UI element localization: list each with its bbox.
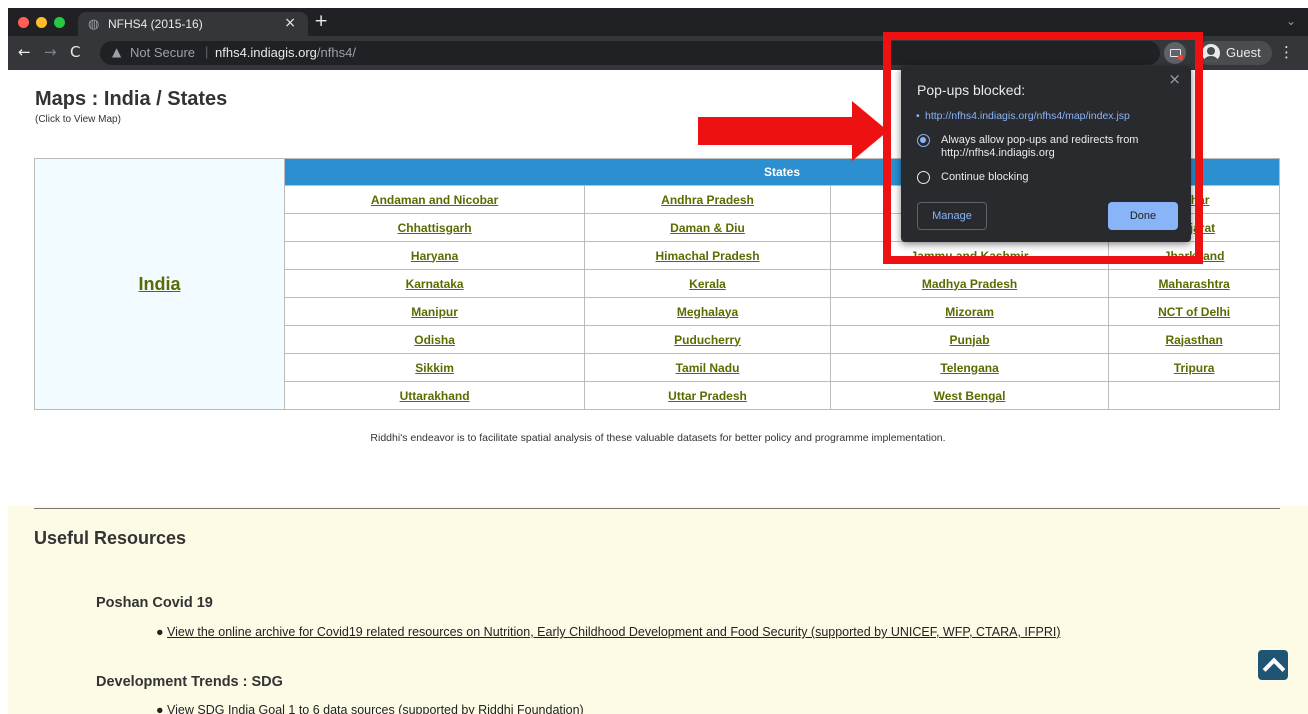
state-map-link[interactable]: Haryana xyxy=(411,249,458,263)
state-cell: Meghalaya xyxy=(584,297,831,326)
state-map-link[interactable]: Daman & Diu xyxy=(670,221,745,235)
section-divider xyxy=(34,508,1280,509)
window-minimize-button[interactable] xyxy=(36,17,47,28)
url-separator: | xyxy=(205,44,209,59)
state-map-link[interactable]: Himachal Pradesh xyxy=(655,249,759,263)
tab-search-icon[interactable]: ⌄ xyxy=(1286,14,1296,28)
state-cell: Karnataka xyxy=(283,269,586,298)
new-tab-button[interactable]: + xyxy=(314,11,328,31)
state-cell: Haryana xyxy=(283,241,586,270)
state-map-link[interactable]: Telengana xyxy=(940,361,998,375)
back-button[interactable]: ← xyxy=(18,43,31,61)
sdg-heading: Development Trends : SDG xyxy=(96,674,283,690)
state-map-link[interactable]: Karnataka xyxy=(406,277,464,291)
url-host: nfhs4.indiagis.org xyxy=(215,45,317,60)
state-cell: NCT of Delhi xyxy=(1108,297,1280,326)
india-cell: India xyxy=(34,158,285,410)
state-cell: Andhra Pradesh xyxy=(584,185,831,214)
state-map-link[interactable]: Andhra Pradesh xyxy=(661,193,754,207)
window-close-button[interactable] xyxy=(18,17,29,28)
state-map-link[interactable]: Punjab xyxy=(950,333,990,347)
state-cell: Punjab xyxy=(829,325,1110,354)
state-cell: Odisha xyxy=(283,325,586,354)
state-cell: Daman & Diu xyxy=(584,213,831,242)
state-map-link[interactable]: Tamil Nadu xyxy=(676,361,740,375)
state-map-link[interactable]: Meghalaya xyxy=(677,305,738,319)
sdg-sources-link[interactable]: View SDG India Goal 1 to 6 data sources … xyxy=(167,703,584,714)
forward-button[interactable]: → xyxy=(44,43,57,61)
list-item: ● View SDG India Goal 1 to 6 data source… xyxy=(156,703,584,714)
browser-tab[interactable]: ◍ NFHS4 (2015-16) × xyxy=(78,12,308,36)
state-map-link[interactable]: Maharashtra xyxy=(1158,277,1229,291)
state-map-link[interactable]: Odisha xyxy=(414,333,455,347)
state-map-link[interactable]: Kerala xyxy=(689,277,726,291)
window-zoom-button[interactable] xyxy=(54,17,65,28)
state-cell: Kerala xyxy=(584,269,831,298)
state-cell: Manipur xyxy=(283,297,586,326)
list-item: ● View the online archive for Covid19 re… xyxy=(156,625,1061,639)
state-cell: Maharashtra xyxy=(1108,269,1280,298)
annotation-highlight-box xyxy=(883,32,1203,264)
state-cell: Tripura xyxy=(1108,353,1280,382)
state-cell: Telengana xyxy=(829,353,1110,382)
tab-title: NFHS4 (2015-16) xyxy=(108,17,203,31)
poshan-heading: Poshan Covid 19 xyxy=(96,595,213,611)
state-cell xyxy=(1108,381,1280,410)
state-cell: Himachal Pradesh xyxy=(584,241,831,270)
bullet-icon: ● xyxy=(156,703,164,714)
avatar-icon xyxy=(1202,44,1220,62)
state-cell: Uttarakhand xyxy=(283,381,586,410)
state-map-link[interactable]: NCT of Delhi xyxy=(1158,305,1230,319)
state-map-link[interactable]: Andaman and Nicobar xyxy=(371,193,498,207)
tab-close-icon[interactable]: × xyxy=(284,15,296,31)
reload-button[interactable]: C xyxy=(70,43,80,61)
state-cell: Madhya Pradesh xyxy=(829,269,1110,298)
security-label: Not Secure xyxy=(130,45,196,60)
state-cell: Chhattisgarh xyxy=(283,213,586,242)
state-map-link[interactable]: Madhya Pradesh xyxy=(922,277,1017,291)
resources-title: Useful Resources xyxy=(34,528,187,548)
state-cell: Sikkim xyxy=(283,353,586,382)
state-cell: Rajasthan xyxy=(1108,325,1280,354)
state-cell: Puducherry xyxy=(584,325,831,354)
page-title: Maps : India / States xyxy=(35,88,228,110)
profile-label: Guest xyxy=(1226,45,1261,60)
warning-icon[interactable]: ▲ xyxy=(112,45,121,59)
state-cell: Uttar Pradesh xyxy=(584,381,831,410)
state-cell: West Bengal xyxy=(829,381,1110,410)
useful-resources-section: Useful Resources Poshan Covid 19 ● View … xyxy=(8,506,1308,714)
mission-statement: Riddhi's endeavor is to facilitate spati… xyxy=(370,432,946,444)
state-cell: Andaman and Nicobar xyxy=(283,185,586,214)
state-map-link[interactable]: Chhattisgarh xyxy=(398,221,472,235)
state-map-link[interactable]: Manipur xyxy=(411,305,458,319)
annotation-arrow-shaft xyxy=(698,117,858,145)
state-map-link[interactable]: Uttar Pradesh xyxy=(668,389,747,403)
url-path: /nfhs4/ xyxy=(316,45,356,60)
state-map-link[interactable]: Uttarakhand xyxy=(400,389,470,403)
profile-button[interactable]: Guest xyxy=(1196,41,1272,65)
state-map-link[interactable]: Mizoram xyxy=(945,305,994,319)
state-map-link[interactable]: Rajasthan xyxy=(1165,333,1222,347)
state-cell: Tamil Nadu xyxy=(584,353,831,382)
state-map-link[interactable]: West Bengal xyxy=(934,389,1006,403)
page-subtitle: (Click to View Map) xyxy=(35,114,121,125)
globe-icon: ◍ xyxy=(88,17,100,32)
state-map-link[interactable]: Puducherry xyxy=(674,333,741,347)
bullet-icon: ● xyxy=(156,625,164,639)
poshan-archive-link[interactable]: View the online archive for Covid19 rela… xyxy=(167,625,1060,639)
browser-menu-icon[interactable]: ⋮ xyxy=(1279,43,1294,61)
state-map-link[interactable]: Sikkim xyxy=(415,361,454,375)
scroll-to-top-button[interactable] xyxy=(1258,650,1288,680)
state-map-link[interactable]: Tripura xyxy=(1174,361,1215,375)
state-cell: Mizoram xyxy=(829,297,1110,326)
india-map-link[interactable]: India xyxy=(138,274,180,294)
url-text: nfhs4.indiagis.org/nfhs4/ xyxy=(215,45,356,60)
